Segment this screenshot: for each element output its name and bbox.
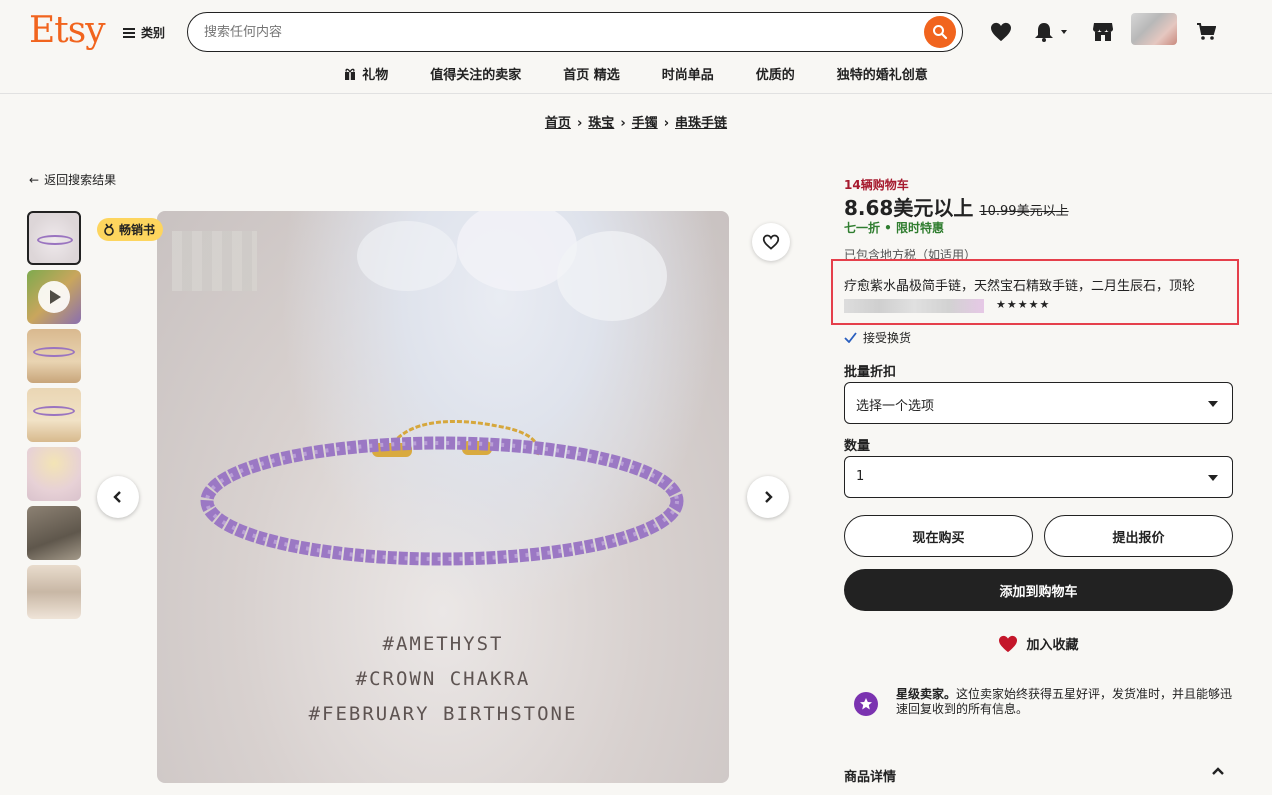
user-avatar[interactable] xyxy=(1131,13,1177,45)
add-to-favorites-button[interactable]: 加入收藏 xyxy=(844,634,1233,653)
chevron-right-icon: › xyxy=(576,116,583,131)
shop-store-icon[interactable] xyxy=(1091,20,1115,44)
nav-item-home-picks[interactable]: 首页 精选 xyxy=(542,62,641,85)
search-input[interactable] xyxy=(204,22,884,42)
nav-item-fashion[interactable]: 时尚单品 xyxy=(641,62,735,85)
thumbnail-1[interactable] xyxy=(27,211,81,265)
cart-icon[interactable] xyxy=(1195,20,1217,44)
price: 8.68美元以上 10.99美元以上 xyxy=(844,192,1069,221)
previous-image-button[interactable] xyxy=(97,476,139,518)
arrow-left-icon: ← xyxy=(29,172,40,187)
site-header: Etsy 类别 礼物 值得关注的卖家 首页 精选 时尚单品 优质的 独特的婚礼创… xyxy=(0,0,1272,94)
category-nav: 礼物 值得关注的卖家 首页 精选 时尚单品 优质的 独特的婚礼创意 xyxy=(0,62,1272,85)
heart-outline-icon xyxy=(762,234,780,250)
rating-stars[interactable]: ★★★★★ xyxy=(996,298,1050,311)
play-icon xyxy=(38,281,70,313)
star-seller-badge-icon xyxy=(854,692,878,716)
breadcrumb-jewelry[interactable]: 珠宝 xyxy=(588,116,614,131)
chevron-right-icon xyxy=(765,491,773,503)
breadcrumb: 首页 › 珠宝 › 手镯 › 串珠手链 xyxy=(0,112,1272,131)
thumbnail-list xyxy=(27,211,81,624)
product-main-image[interactable]: #AMETHYST #CROWN CHAKRA #FEBRUARY BIRTHS… xyxy=(157,211,729,783)
gift-icon xyxy=(345,68,356,80)
checkmark-icon xyxy=(844,332,857,343)
back-to-results-link[interactable]: ← 返回搜索结果 xyxy=(29,171,116,188)
make-offer-button[interactable]: 提出报价 xyxy=(1044,515,1233,557)
chevron-right-icon: › xyxy=(620,116,626,131)
image-caption: #FEBRUARY BIRTHSTONE xyxy=(308,703,578,725)
favorite-image-button[interactable] xyxy=(752,223,790,261)
next-image-button[interactable] xyxy=(747,476,789,518)
add-to-cart-button[interactable]: 添加到购物车 xyxy=(844,569,1233,611)
shop-name-blurred[interactable] xyxy=(844,299,984,313)
caret-down-icon xyxy=(1208,475,1218,481)
star-seller-info: 星级卖家。这位卖家始终获得五星好评，发货准时，并且能够迅速回复收到的所有信息。 xyxy=(854,687,1234,717)
categories-button[interactable]: 类别 xyxy=(123,24,165,41)
watermark-blur xyxy=(172,231,257,291)
star-seller-text: 星级卖家。这位卖家始终获得五星好评，发货准时，并且能够迅速回复收到的所有信息。 xyxy=(896,687,1233,716)
heart-icon xyxy=(999,635,1018,652)
bulk-discount-select[interactable]: 选择一个选项 xyxy=(844,382,1233,424)
quantity-label: 数量 xyxy=(844,439,871,454)
nav-item-wedding[interactable]: 独特的婚礼创意 xyxy=(816,62,949,85)
medal-icon xyxy=(104,223,114,236)
nav-item-quality[interactable]: 优质的 xyxy=(735,62,816,85)
caret-down-icon xyxy=(1208,401,1218,407)
nav-item-gifts[interactable]: 礼物 xyxy=(323,62,409,85)
original-price: 10.99美元以上 xyxy=(979,204,1069,219)
image-caption: #CROWN CHAKRA xyxy=(355,668,531,690)
search-button[interactable] xyxy=(924,16,956,48)
thumbnail-4[interactable] xyxy=(27,388,81,442)
breadcrumb-beaded-bracelets[interactable]: 串珠手链 xyxy=(675,116,727,131)
returns-info: 接受换货 xyxy=(844,329,911,346)
in-carts-count: 14辆购物车 xyxy=(844,178,909,192)
search-icon xyxy=(933,25,948,40)
item-details-toggle[interactable]: 商品详情 xyxy=(844,766,1233,785)
bracelet-image xyxy=(200,420,684,566)
chevron-right-icon: › xyxy=(663,116,670,131)
current-price: 8.68美元以上 xyxy=(844,196,974,220)
flower-decoration xyxy=(557,231,667,321)
thumbnail-video[interactable] xyxy=(27,270,81,324)
quantity-select[interactable]: 1 xyxy=(844,456,1233,498)
thumbnail-7[interactable] xyxy=(27,565,81,619)
bestseller-badge: 畅销书 xyxy=(97,218,164,241)
favorites-heart-icon[interactable] xyxy=(989,20,1013,44)
etsy-logo[interactable]: Etsy xyxy=(29,10,106,51)
categories-label: 类别 xyxy=(141,26,166,40)
flower-decoration xyxy=(357,221,457,291)
chevron-left-icon xyxy=(113,491,121,503)
thumbnail-5[interactable] xyxy=(27,447,81,501)
buy-now-button[interactable]: 现在购买 xyxy=(844,515,1033,557)
bulk-discount-label: 批量折扣 xyxy=(844,365,897,380)
breadcrumb-home[interactable]: 首页 xyxy=(545,116,571,131)
thumbnail-3[interactable] xyxy=(27,329,81,383)
nav-item-featured-sellers[interactable]: 值得关注的卖家 xyxy=(409,62,542,85)
menu-icon xyxy=(123,27,135,38)
sale-label: 七一折 • 限时特惠 xyxy=(844,221,945,235)
chevron-up-icon xyxy=(1212,767,1224,775)
product-title: 疗愈紫水晶极简手链，天然宝石精致手链，二月生辰石，顶轮 xyxy=(844,279,1196,294)
notifications-bell-icon[interactable] xyxy=(1033,20,1071,44)
search-bar xyxy=(187,12,963,52)
image-caption: #AMETHYST xyxy=(382,633,504,655)
thumbnail-6[interactable] xyxy=(27,506,81,560)
breadcrumb-bracelets[interactable]: 手镯 xyxy=(632,116,658,131)
